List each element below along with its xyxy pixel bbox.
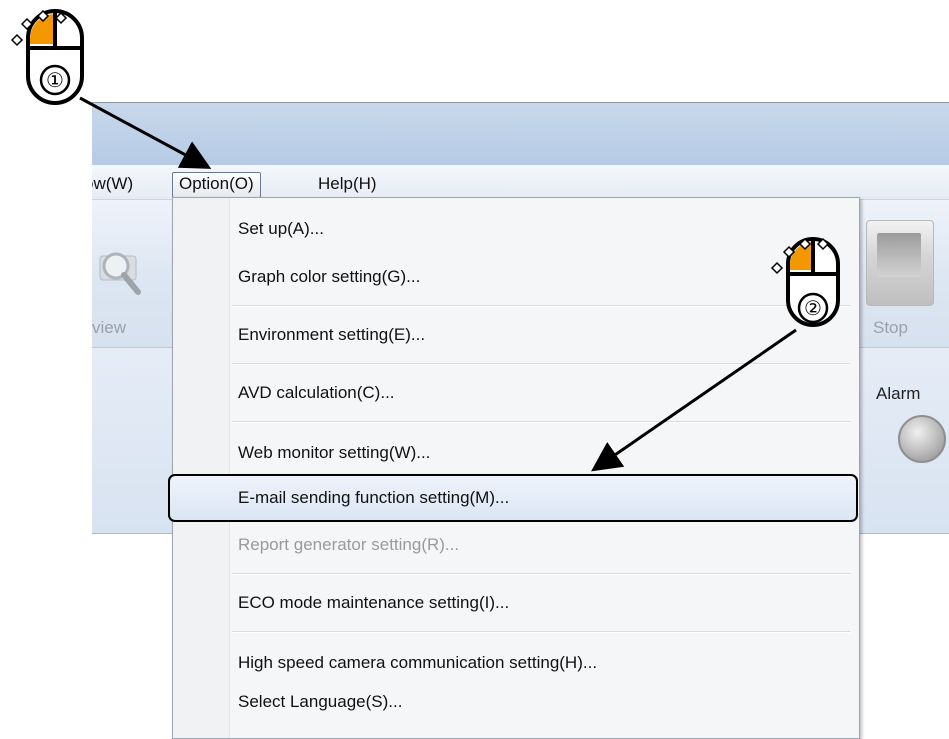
arrow-to-option-menu — [79, 96, 212, 169]
mouse-click-icon-step2: ② — [770, 237, 840, 327]
step2-label: ② — [804, 296, 822, 320]
arrow-to-email-item — [591, 328, 797, 472]
step1-label: ① — [46, 68, 64, 92]
mouse-click-icon-step1: ① — [10, 9, 84, 105]
annotation-overlay: ① ② — [10, 9, 840, 472]
